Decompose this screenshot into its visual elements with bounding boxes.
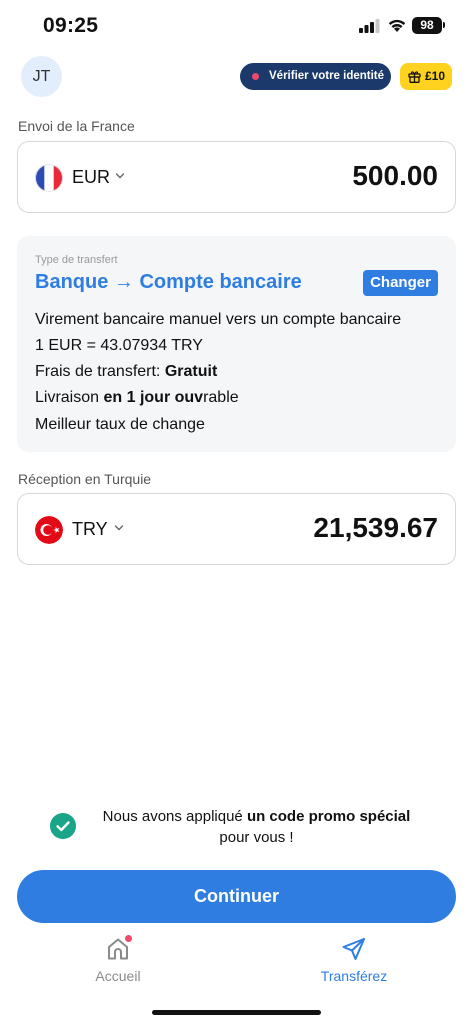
transfer-type-label: Type de transfert [35,254,118,266]
delivery-time: Livraison en 1 jour ouvrable [35,389,239,407]
gift-icon [408,71,421,83]
promo-prefix: Nous avons appliqué [102,808,247,825]
nav-transfer-label: Transférez [320,968,388,984]
send-amount-box: EUR 500.00 [17,141,456,213]
chevron-down-icon[interactable] [114,524,124,532]
nav-home[interactable]: Accueil [58,935,178,996]
france-flag-icon [35,164,63,192]
receive-amount-value: 21,539.67 [313,512,438,543]
promo-code-text: un code promo spécial [246,808,411,825]
send-amount-input[interactable]: 500.00 [352,160,438,192]
cellular-signal-icon [359,19,380,33]
transfer-fee-value: Gratuit [164,363,218,380]
reward-label: £10 [425,69,446,83]
avatar[interactable]: JT [21,56,62,97]
verify-identity-label: Vérifier votre identité [269,70,385,82]
promo-message: Nous avons appliqué un code promo spécia… [84,806,429,848]
delivery-label: Livraison [35,389,104,406]
home-indicator[interactable] [152,1010,321,1015]
alert-dot-icon [252,73,259,80]
nav-transfer[interactable]: Transférez [294,936,414,996]
transfer-fee-label: Frais de transfert: [35,363,165,380]
verify-identity-button[interactable]: Vérifier votre identité [240,63,391,90]
delivery-value-rest: rable [203,389,239,406]
notification-dot [125,935,132,942]
home-icon-wrapper [105,935,132,962]
check-circle-icon [50,813,76,839]
battery-tip [443,22,445,28]
exchange-rate: 1 EUR = 43.07934 TRY [35,337,203,354]
reward-button[interactable]: £10 [400,63,452,90]
send-section-label: Envoi de la France [18,118,135,134]
status-time: 09:25 [43,14,99,37]
transfer-type-card: Type de transfert Banque → Compte bancai… [17,236,456,452]
continue-button[interactable]: Continuer [17,870,456,923]
change-transfer-type-button[interactable]: Changer [363,270,438,296]
receive-currency-selector[interactable]: TRY [72,519,108,540]
chevron-down-icon[interactable] [115,172,125,180]
delivery-value-bold: en 1 jour ouv [103,389,204,406]
send-icon-wrapper [341,936,367,962]
transfer-description: Virement bancaire manuel vers un compte … [35,311,402,328]
wifi-icon [388,19,406,32]
best-rate-text: Meilleur taux de change [35,416,205,433]
nav-home-label: Accueil [95,968,141,984]
send-currency-selector[interactable]: EUR [72,167,110,188]
receive-amount-box: TRY 21,539.67 [17,493,456,565]
turkey-flag-icon [35,516,63,544]
paper-plane-icon [342,938,365,960]
promo-suffix: pour vous ! [219,829,294,846]
receive-section-label: Réception en Turquie [18,471,152,487]
battery-indicator: 98 [412,17,442,34]
transfer-type-value: Banque → Compte bancaire [35,271,302,293]
status-bar: 09:25 98 [0,0,473,52]
transfer-fee: Frais de transfert: Gratuit [35,363,217,381]
